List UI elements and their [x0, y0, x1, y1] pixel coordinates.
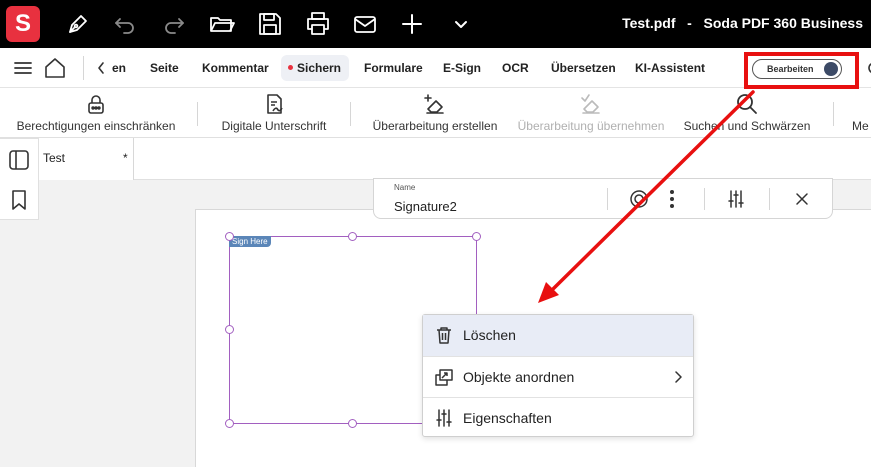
home-icon[interactable] [43, 56, 67, 80]
ribbon-toolbar: Berechtigungen einschränken Digitale Unt… [0, 88, 871, 138]
chevron-left-icon[interactable] [96, 61, 106, 75]
lock-icon [88, 95, 104, 114]
search-and-redact-button[interactable]: Suchen und Schwärzen [682, 92, 812, 133]
toolbar-divider [197, 102, 198, 126]
resize-handle[interactable] [225, 232, 234, 241]
propbar-divider [704, 188, 705, 210]
overflow-icon[interactable] [866, 60, 871, 76]
menu-item-formulare[interactable]: Formulare [364, 61, 423, 75]
panel-toggle-icon[interactable] [8, 149, 30, 171]
active-indicator-dot [288, 65, 293, 71]
plus-icon[interactable] [398, 10, 426, 38]
sliders-icon [436, 409, 452, 427]
menu-item-ocr[interactable]: OCR [502, 61, 529, 75]
menu-item-truncated[interactable]: en [112, 61, 126, 75]
window-title: Test.pdf - Soda PDF 360 Business [622, 15, 863, 31]
document-tab[interactable]: Test * [39, 138, 134, 180]
tool-label: Me [852, 119, 869, 133]
digital-signature-button[interactable]: Digitale Unterschrift [218, 92, 330, 133]
context-menu-label: Eigenschaften [463, 410, 552, 426]
menu-item-seite[interactable]: Seite [150, 61, 179, 75]
propbar-divider [607, 188, 608, 210]
tool-label: Überarbeitung erstellen [372, 119, 498, 133]
print-icon[interactable] [304, 10, 332, 38]
tool-label: Digitale Unterschrift [221, 119, 327, 133]
eraser-check-icon [581, 94, 600, 114]
menu-bar: en Seite Kommentar Sichern Formulare E-S… [0, 48, 871, 88]
context-menu-item-delete[interactable]: Löschen [423, 315, 693, 356]
menu-item-uebersetzen[interactable]: Übersetzen [551, 61, 616, 75]
undo-icon[interactable] [111, 10, 139, 38]
resize-handle[interactable] [348, 232, 357, 241]
search-icon [737, 94, 757, 114]
arrange-objects-icon [435, 369, 453, 386]
mail-icon[interactable] [351, 10, 379, 38]
annotation-highlight-box [744, 52, 859, 89]
chevron-down-icon[interactable] [447, 10, 475, 38]
document-tab-strip: Test * [39, 138, 871, 180]
signature-badge-icon[interactable] [629, 189, 649, 209]
menu-item-sichern-label: Sichern [297, 61, 342, 75]
chevron-right-icon [675, 371, 682, 383]
hamburger-menu-icon[interactable] [14, 60, 32, 76]
create-redaction-button[interactable]: Überarbeitung erstellen [370, 92, 500, 133]
sign-here-tag: Sign Here [229, 236, 271, 247]
restrict-permissions-button[interactable]: Berechtigungen einschränken [16, 92, 176, 133]
title-bar: S Test.pdf - Soda PDF 360 Business [0, 0, 871, 48]
tool-label: Suchen und Schwärzen [683, 119, 811, 133]
truncated-tool-icon [852, 92, 871, 116]
resize-handle[interactable] [225, 325, 234, 334]
toolbar-divider [833, 102, 834, 126]
eraser-plus-icon [424, 94, 444, 114]
tool-label: Überarbeitung übernehmen [517, 119, 665, 133]
save-icon[interactable] [256, 10, 284, 38]
context-menu: Löschen Objekte anordnen Eigenschaften [422, 314, 694, 437]
field-property-bar: Name Signature2 [373, 178, 833, 219]
redo-icon[interactable] [160, 10, 188, 38]
context-menu-item-properties[interactable]: Eigenschaften [423, 398, 693, 439]
bookmark-icon[interactable] [8, 189, 30, 211]
menu-divider [83, 56, 84, 80]
resize-handle[interactable] [348, 419, 357, 428]
resize-handle[interactable] [472, 232, 481, 241]
soda-logo[interactable]: S [6, 6, 40, 42]
field-name-value[interactable]: Signature2 [394, 199, 457, 214]
more-vertical-icon[interactable] [662, 189, 682, 209]
apply-redaction-button[interactable]: Überarbeitung übernehmen [516, 92, 666, 133]
tool-label: Berechtigungen einschränken [16, 119, 176, 133]
menu-item-sichern[interactable]: Sichern [288, 61, 341, 75]
properties-sliders-icon[interactable] [726, 189, 746, 209]
open-folder-icon[interactable] [208, 10, 236, 38]
field-name-label: Name [394, 183, 416, 192]
close-icon[interactable] [792, 189, 812, 209]
context-menu-item-arrange[interactable]: Objekte anordnen [423, 357, 693, 398]
tab-modified-marker: * [123, 151, 128, 165]
tab-name: Test [43, 151, 66, 165]
pen-icon[interactable] [64, 10, 92, 38]
context-menu-label: Löschen [463, 327, 516, 343]
left-side-panel [0, 138, 39, 220]
context-menu-label: Objekte anordnen [463, 369, 575, 385]
resize-handle[interactable] [225, 419, 234, 428]
menu-item-ki-assistent[interactable]: KI-Assistent [635, 61, 705, 75]
menu-item-esign[interactable]: E-Sign [443, 61, 481, 75]
more-tool-button[interactable]: Me [852, 92, 871, 133]
signature-document-icon [267, 94, 283, 114]
propbar-divider [769, 188, 770, 210]
toolbar-divider [350, 102, 351, 126]
trash-icon [437, 327, 451, 344]
menu-item-kommentar[interactable]: Kommentar [202, 61, 269, 75]
